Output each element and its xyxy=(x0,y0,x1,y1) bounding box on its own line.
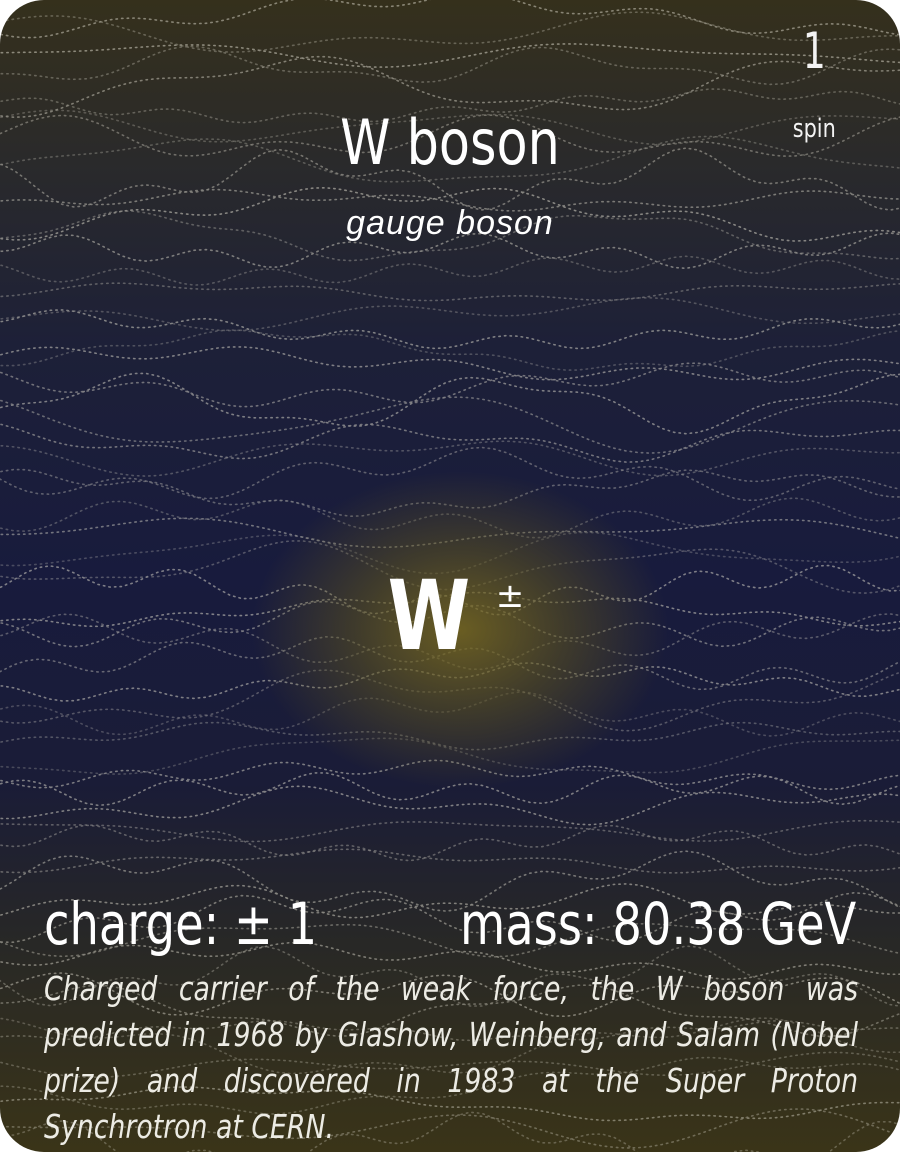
mass-value: mass: 80.38 GeV xyxy=(459,890,856,958)
wave-line xyxy=(0,296,900,332)
wave-line xyxy=(0,282,900,302)
wave-line xyxy=(0,45,900,86)
wave-line xyxy=(0,423,900,463)
particle-card: 1 spin W boson gauge boson W ± charge: ± … xyxy=(0,0,900,1152)
wave-line xyxy=(0,362,900,408)
wave-line xyxy=(0,346,900,381)
wave-line xyxy=(0,329,900,371)
wave-line xyxy=(0,396,900,454)
wave-line xyxy=(0,372,900,435)
wave-line xyxy=(0,824,900,862)
charge-value: charge: ± 1 xyxy=(44,890,318,958)
particle-symbol-superscript: ± xyxy=(495,576,525,616)
particle-symbol-group: W ± xyxy=(0,568,900,664)
wave-line xyxy=(0,785,900,826)
spin-value: 1 xyxy=(803,22,826,80)
particle-category: gauge boson xyxy=(346,204,554,242)
particle-name: W boson xyxy=(340,106,560,179)
wave-line xyxy=(0,848,900,874)
wave-line xyxy=(0,43,900,68)
particle-description: Charged carrier of the weak force, the W… xyxy=(44,969,859,1146)
particle-symbol: W xyxy=(387,560,471,672)
